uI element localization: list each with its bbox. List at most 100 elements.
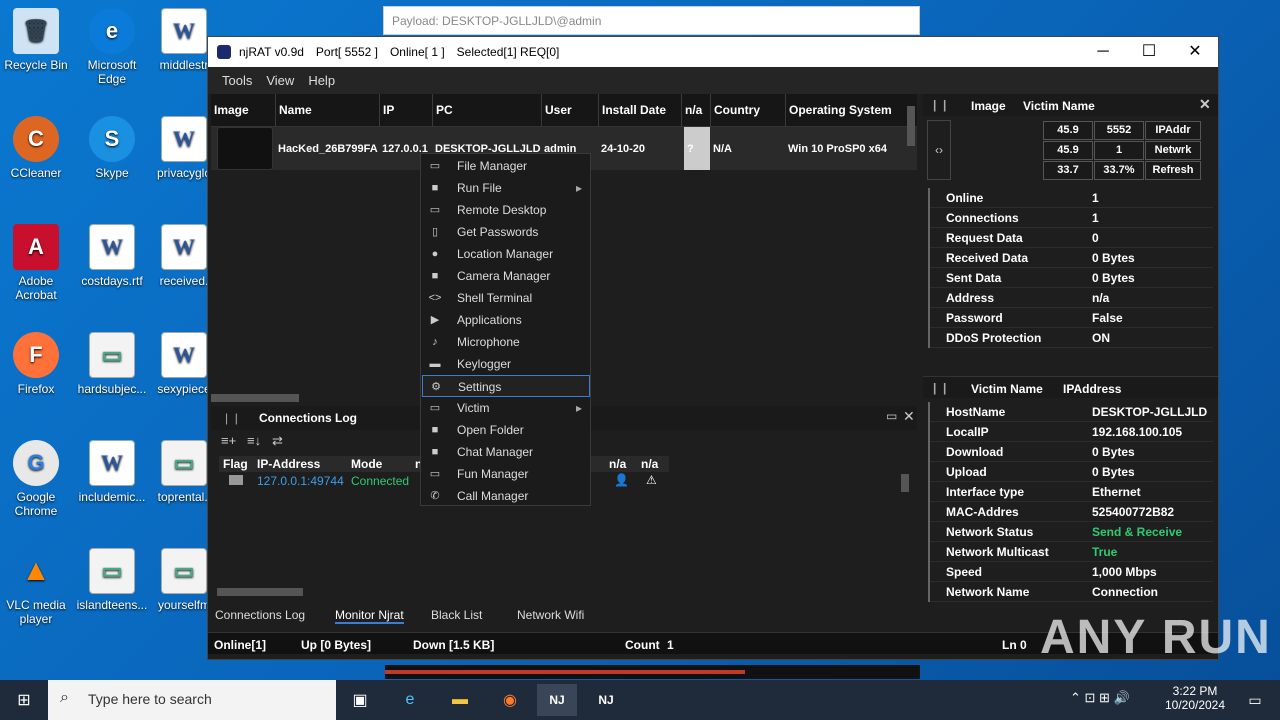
log-close-icon[interactable]: ✕ bbox=[903, 408, 915, 425]
desktop-icon[interactable]: 🗑 Recycle Bin bbox=[0, 8, 72, 72]
njrat-taskbar-icon-2[interactable]: NJ bbox=[586, 684, 626, 716]
desktop-icon[interactable]: Wincludemic... bbox=[76, 440, 148, 504]
col-os[interactable]: Operating System bbox=[785, 94, 905, 127]
info-key: Online bbox=[928, 188, 1086, 208]
stat-value: 33.7% bbox=[1094, 161, 1144, 180]
status-online: Online[1] bbox=[214, 638, 267, 652]
menu-tools[interactable]: Tools bbox=[222, 73, 252, 88]
menu-item-victim[interactable]: ▭ Victim ▸ bbox=[422, 397, 590, 419]
col-country[interactable]: Country bbox=[710, 94, 785, 127]
grid-vscroll[interactable] bbox=[907, 106, 915, 146]
col-image[interactable]: Image bbox=[211, 94, 275, 127]
desktop-icon[interactable]: ▭ hardsubjec... bbox=[76, 332, 148, 396]
menu-item-keylogger[interactable]: ▬ Keylogger bbox=[422, 353, 590, 375]
col-user[interactable]: User bbox=[541, 94, 598, 127]
network-icon: ⚠ bbox=[646, 473, 657, 487]
menu-item-settings[interactable]: ⚙ Settings bbox=[422, 375, 590, 397]
desktop-icon[interactable]: ▭ islandteens... bbox=[76, 548, 148, 612]
notification-icon[interactable]: ▭ bbox=[1235, 684, 1275, 716]
menu-help[interactable]: Help bbox=[308, 73, 335, 88]
info-key: Password bbox=[928, 308, 1086, 328]
tray-icons[interactable]: ⌃ ⊡ ⊞ 🔊 bbox=[1070, 690, 1130, 706]
close-button[interactable]: ✕ bbox=[1172, 37, 1218, 67]
add-list-icon[interactable]: ≡+ bbox=[221, 433, 236, 448]
menu-item-call-manager[interactable]: ✆ Call Manager bbox=[422, 485, 590, 507]
menu-item-file-manager[interactable]: ▭ File Manager bbox=[422, 155, 590, 177]
task-view-icon[interactable]: ▣ bbox=[340, 684, 380, 716]
app-title: njRAT v0.9d bbox=[239, 45, 304, 59]
info-row: Interface type Ethernet bbox=[928, 482, 1213, 502]
menu-item-camera-manager[interactable]: ■ Camera Manager bbox=[422, 265, 590, 287]
desktop-icon-label: VLC media player bbox=[6, 598, 66, 626]
menu-item-get-passwords[interactable]: ▯ Get Passwords bbox=[422, 221, 590, 243]
col-na[interactable]: n/a bbox=[681, 94, 710, 127]
desktop-icon[interactable]: G Google Chrome bbox=[0, 440, 72, 518]
menu-item-run-file[interactable]: ■ Run File ▸ bbox=[422, 177, 590, 199]
tab-connections-log[interactable]: Connections Log bbox=[215, 608, 305, 622]
info-row: Speed 1,000 Mbps bbox=[928, 562, 1213, 582]
menu-view[interactable]: View bbox=[266, 73, 294, 88]
tab-network-wifi[interactable]: Network Wifi bbox=[517, 608, 584, 622]
cell-na: ? bbox=[681, 127, 710, 170]
menu-item-open-folder[interactable]: ■ Open Folder bbox=[422, 419, 590, 441]
menu-item-label: Microphone bbox=[457, 335, 520, 349]
code-icon[interactable]: ‹› bbox=[927, 120, 951, 180]
menu-item-remote-desktop[interactable]: ▭ Remote Desktop bbox=[422, 199, 590, 221]
log-hscroll[interactable] bbox=[217, 588, 303, 596]
minimize-button[interactable]: ─ bbox=[1080, 37, 1126, 67]
refresh-icon[interactable]: ⇄ bbox=[272, 433, 283, 448]
col-name[interactable]: Name bbox=[275, 94, 379, 127]
info-value: DESKTOP-JGLLJLD bbox=[1092, 405, 1208, 419]
firefox-taskbar-icon[interactable]: ◉ bbox=[490, 684, 530, 716]
col-pc[interactable]: PC bbox=[432, 94, 541, 127]
desktop-icon[interactable]: Wcostdays.rtf bbox=[76, 224, 148, 288]
col-ip[interactable]: IP bbox=[379, 94, 432, 127]
col-install-date[interactable]: Install Date bbox=[598, 94, 681, 127]
start-button[interactable]: ⊞ bbox=[4, 684, 44, 716]
menu-item-chat-manager[interactable]: ■ Chat Manager bbox=[422, 441, 590, 463]
search-box[interactable]: ⌕ Type here to search bbox=[48, 680, 336, 720]
tab-black-list[interactable]: Black List bbox=[431, 608, 482, 622]
desktop-icon[interactable]: ▲ VLC media player bbox=[0, 548, 72, 626]
grid-hscroll[interactable] bbox=[211, 394, 299, 402]
info-key: Upload bbox=[928, 462, 1086, 482]
tab-monitor-njrat[interactable]: Monitor Njrat bbox=[335, 608, 404, 624]
stat-button[interactable]: IPAddr bbox=[1145, 121, 1201, 140]
menu-item-icon: ■ bbox=[431, 270, 439, 282]
desktop-icon[interactable]: e Microsoft Edge bbox=[76, 8, 148, 86]
njrat-taskbar-icon-1[interactable]: NJ bbox=[537, 684, 577, 716]
cell-country: N/A bbox=[713, 142, 732, 155]
panel-close-icon[interactable]: ✕ bbox=[1199, 96, 1211, 113]
app-icon: ▭ bbox=[89, 548, 135, 594]
desktop-icon[interactable]: F Firefox bbox=[0, 332, 72, 396]
njrat-icon bbox=[217, 45, 231, 59]
log-maximize-icon[interactable]: ▭ bbox=[886, 409, 897, 423]
desktop-icon[interactable]: C CCleaner bbox=[0, 116, 72, 180]
clock[interactable]: 3:22 PM 10/20/2024 bbox=[1160, 684, 1230, 712]
info-value: Connection bbox=[1092, 585, 1158, 599]
app-icon: ▭ bbox=[89, 332, 135, 378]
progress-fill bbox=[385, 670, 745, 674]
menu-item-microphone[interactable]: ♪ Microphone bbox=[422, 331, 590, 353]
desktop-icon[interactable]: S Skype bbox=[76, 116, 148, 180]
log-vscroll[interactable] bbox=[901, 474, 909, 492]
maximize-button[interactable]: ☐ bbox=[1126, 37, 1172, 67]
stat-button[interactable]: Netwrk bbox=[1145, 141, 1201, 160]
log-col-flag: Flag bbox=[223, 457, 248, 471]
menu-item-shell-terminal[interactable]: <> Shell Terminal bbox=[422, 287, 590, 309]
desktop-icon[interactable]: A Adobe Acrobat bbox=[0, 224, 72, 302]
menu-item-applications[interactable]: ▶ Applications bbox=[422, 309, 590, 331]
edge-taskbar-icon[interactable]: e bbox=[390, 684, 430, 716]
bottom-tabs: Connections Log Monitor Njrat Black List… bbox=[211, 605, 917, 627]
menu-item-label: Location Manager bbox=[457, 247, 554, 261]
menu-item-icon: ■ bbox=[431, 182, 439, 194]
stat-button[interactable]: Refresh bbox=[1145, 161, 1201, 180]
menu-item-label: Run File bbox=[457, 181, 502, 195]
menu-item-location-manager[interactable]: ● Location Manager bbox=[422, 243, 590, 265]
log-col-na2: n/a bbox=[641, 457, 659, 471]
info-value: 0 bbox=[1092, 231, 1099, 245]
menu-item-fun-manager[interactable]: ▭ Fun Manager bbox=[422, 463, 590, 485]
explorer-taskbar-icon[interactable]: ▬ bbox=[440, 684, 480, 716]
info-row: Network Status Send & Receive bbox=[928, 522, 1213, 542]
sort-icon[interactable]: ≡↓ bbox=[247, 433, 261, 448]
